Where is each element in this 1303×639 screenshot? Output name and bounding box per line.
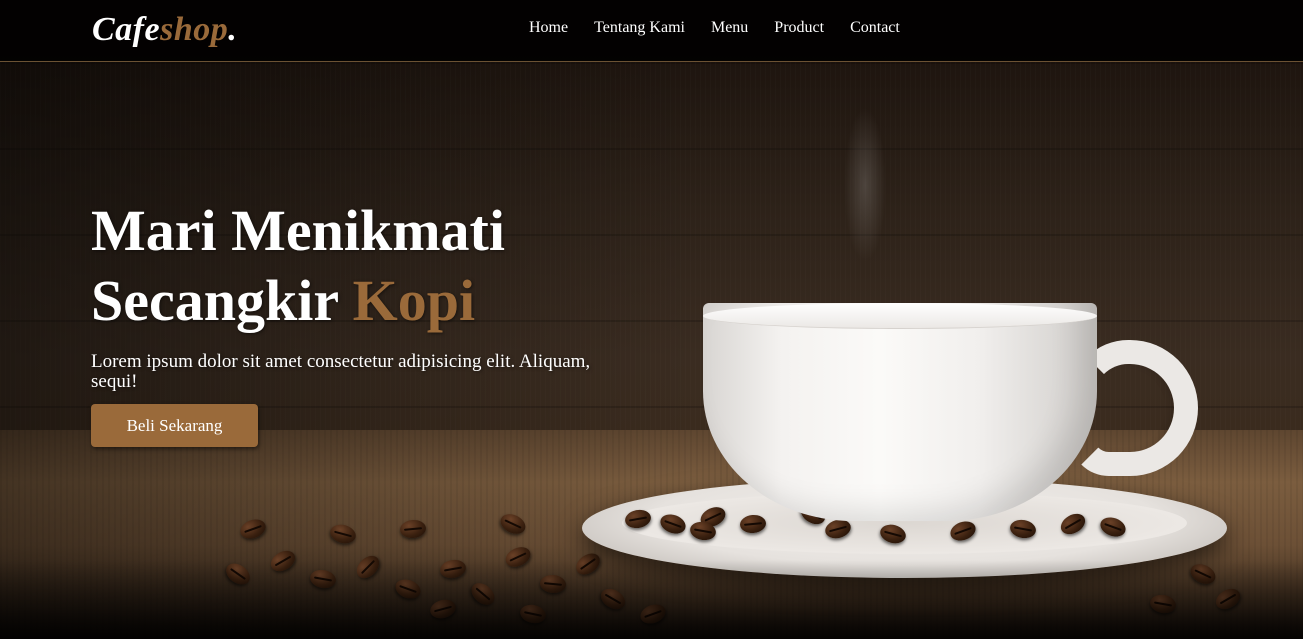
hero-headline: Mari Menikmati Secangkir Kopi — [91, 196, 651, 336]
logo-dot: . — [228, 11, 238, 48]
brand-logo[interactable]: Cafeshop. — [92, 10, 237, 50]
navbar: Cafeshop. Home Tentang Kami Menu Product… — [0, 0, 1303, 62]
bottom-fade — [0, 560, 1303, 639]
hero-content: Mari Menikmati Secangkir Kopi Lorem ipsu… — [91, 196, 651, 447]
headline-accent: Kopi — [352, 268, 476, 333]
logo-accent: shop — [160, 11, 229, 48]
nav-home[interactable]: Home — [529, 18, 568, 38]
hero-lead: Lorem ipsum dolor sit amet consectetur a… — [91, 351, 591, 392]
headline-line2-prefix: Secangkir — [91, 268, 353, 333]
headline-line1: Mari Menikmati — [91, 198, 505, 263]
nav-menu[interactable]: Menu — [711, 18, 748, 38]
nav-contact[interactable]: Contact — [850, 18, 900, 38]
nav-tentang-kami[interactable]: Tentang Kami — [594, 18, 685, 38]
nav-product[interactable]: Product — [774, 18, 824, 38]
cup-rim — [703, 303, 1097, 329]
buy-now-button[interactable]: Beli Sekarang — [91, 404, 258, 447]
coffee-cup — [703, 303, 1097, 521]
logo-main: Cafe — [92, 11, 161, 48]
nav-links: Home Tentang Kami Menu Product Contact — [516, 18, 913, 38]
coffee-steam — [820, 70, 910, 300]
